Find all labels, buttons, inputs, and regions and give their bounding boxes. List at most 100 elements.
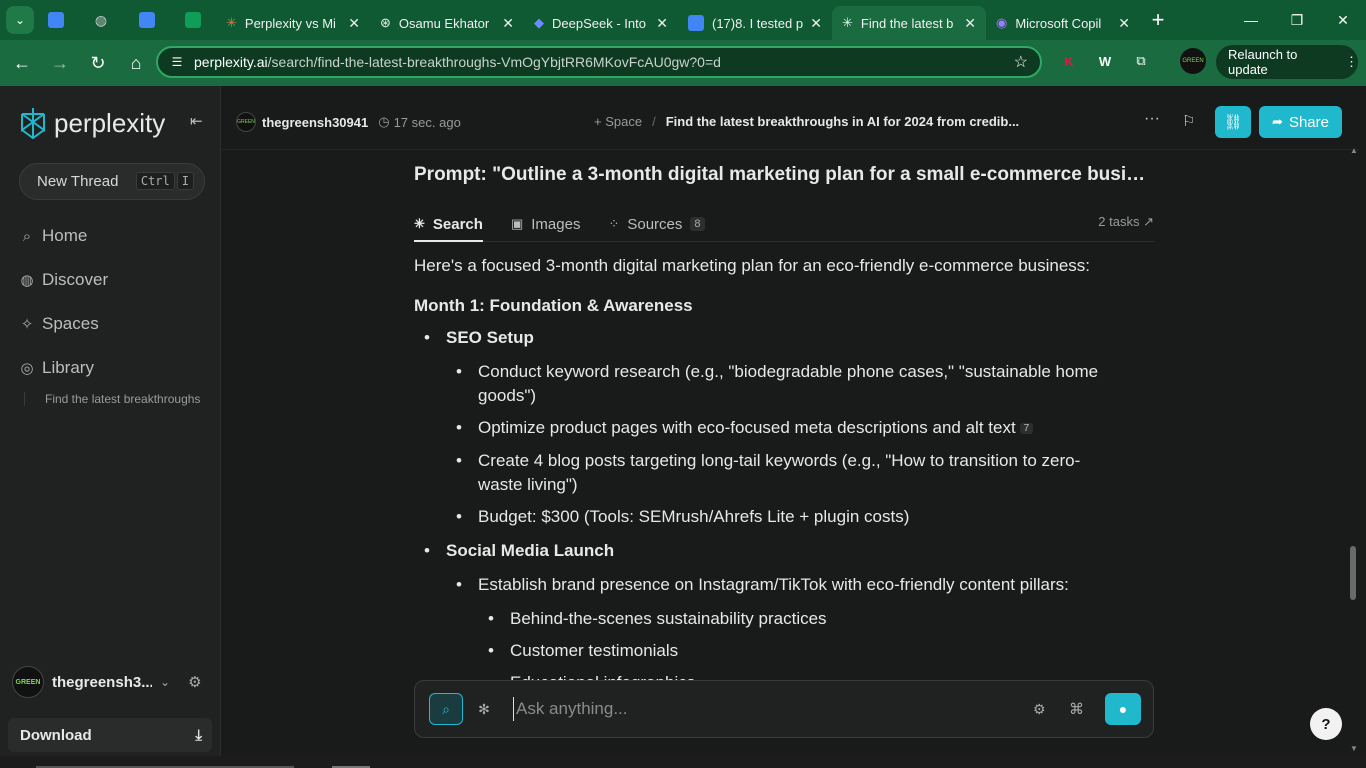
list-item-text: Budget: $300 (Tools: SEMrush/Ahrefs Lite… [478,507,910,526]
extension-k-icon[interactable]: K [1056,48,1082,74]
relaunch-label: Relaunch to update [1228,47,1298,77]
url-domain: perplexity.ai [194,54,268,70]
tab-search[interactable]: ✳ Search [414,206,483,242]
tab-pinned-2[interactable]: ◍ [78,0,124,40]
tasks-link[interactable]: 2 tasks ↗ [1098,214,1154,230]
sparkle-icon: ✻ [478,700,490,717]
help-button[interactable]: ? [1310,708,1342,740]
list-item-text: Conduct keyword research (e.g., "biodegr… [478,362,1099,405]
list-item: Optimize product pages with eco-focused … [456,416,1154,441]
reload-button[interactable]: ↻ [80,45,116,81]
tab-pinned-4[interactable] [170,0,216,40]
sidebar-item-spaces[interactable]: ✧ Spaces [18,314,99,334]
scroll-down-arrow[interactable]: ▼ [1350,744,1358,753]
tab-i-tested[interactable]: (17)8. I tested p ✕ [678,6,832,40]
tab-perplexity-vs[interactable]: ✳ Perplexity vs Mi ✕ [216,6,370,40]
close-icon[interactable]: ✕ [1118,15,1130,32]
bookmark-icon[interactable]: ⚐ [1182,112,1195,130]
sources-icon: ⁘ [608,216,620,231]
tab-osamu[interactable]: ⊛ Osamu Ekhator ✕ [370,6,524,40]
subsection-heading: SEO Setup [446,328,534,347]
tab-label: Sources [627,215,683,233]
ask-input[interactable] [513,697,1013,721]
tab-find-latest[interactable]: ✳ Find the latest b ✕ [832,6,986,40]
image-icon: ▣ [510,216,524,231]
sidebar-item-home[interactable]: ⌕ Home [18,226,88,246]
address-bar[interactable]: ☰ perplexity.ai/search/find-the-latest-b… [156,46,1042,78]
add-space-button[interactable]: + Space [594,114,642,129]
close-icon[interactable]: ✕ [502,15,514,32]
tab-pinned-3[interactable] [124,0,170,40]
citation-badge[interactable]: 7 [1019,423,1034,434]
search-mode-button[interactable]: ⌕ [429,693,463,725]
tab-title: (17)8. I tested p [712,15,804,31]
logo-text: perplexity [54,107,166,138]
restore-icon[interactable]: ❐ [1274,0,1320,40]
more-options-icon[interactable]: ··· [1144,110,1160,128]
reasoning-mode-button[interactable]: ✻ [469,693,499,725]
perplexity-icon: ✳ [414,216,425,231]
user-menu[interactable]: GREEN thegreensh3... ⌄ ⚙ [12,666,212,698]
copy-link-button[interactable]: ⛓ [1215,106,1251,138]
download-icon: ⤓ [195,726,202,744]
close-icon[interactable]: ✕ [964,15,976,32]
list-item: Create 4 blog posts targeting long-tail … [456,449,1096,497]
tab-pinned-1[interactable] [34,0,78,40]
share-button[interactable]: ➦ Share [1259,106,1342,138]
new-thread-button[interactable]: New Thread Ctrl I [19,163,205,200]
list-item: Establish brand presence on Instagram/Ti… [456,573,1154,695]
tab-search-button[interactable]: ⌄ [6,6,34,34]
home-button[interactable]: ⌂ [118,45,154,81]
collapse-sidebar-icon[interactable]: ⇤ [190,112,203,130]
tab-copilot[interactable]: ◉ Microsoft Copil ✕ [986,6,1140,40]
browser-tabstrip: ⌄ ◍ ✳ Perplexity vs Mi ✕ ⊛ Osamu Ekhator… [0,0,1366,40]
globe-icon: ◍ [94,11,108,28]
list-item-text: Create 4 blog posts targeting long-tail … [478,451,1081,494]
perplexity-icon: ✳ [842,15,853,30]
taskbar-edge [0,756,1366,768]
close-icon[interactable]: ✕ [810,15,822,32]
new-tab-button[interactable]: + [1140,7,1176,33]
close-window-icon[interactable]: ✕ [1320,0,1366,40]
sidebar-item-label: Discover [42,270,109,289]
tab-title: DeepSeek - Into [552,15,646,31]
forward-button[interactable]: → [42,45,78,81]
author-name[interactable]: thegreensh30941 [262,115,368,130]
thread-title[interactable]: Find the latest breakthroughs in AI for … [666,114,1019,129]
tab-images[interactable]: ▣ Images [511,206,581,242]
site-info-icon[interactable]: ☰ [164,55,190,69]
tab-deepseek[interactable]: ◆ DeepSeek - Into ✕ [524,6,678,40]
back-button[interactable]: ← [4,45,40,81]
close-icon[interactable]: ✕ [348,15,360,32]
close-icon[interactable]: ✕ [656,15,668,32]
spaces-icon: ✧ [20,316,34,333]
minimize-icon[interactable]: — [1228,0,1274,40]
list-item: Budget: $300 (Tools: SEMrush/Ahrefs Lite… [456,505,1154,529]
gear-icon[interactable]: ⚙ [188,673,201,691]
tab-sources[interactable]: ⁘ Sources 8 [608,206,705,242]
avatar: GREEN [12,666,44,698]
thread-time: 17 sec. ago [393,114,461,130]
sidebar-item-discover[interactable]: ◍ Discover [18,270,108,290]
chevron-down-icon[interactable]: ⌄ [160,675,170,689]
thread-header: GREEN thegreensh30941 ◷ 17 sec. ago + Sp… [222,86,1358,150]
url-text[interactable]: perplexity.ai/search/find-the-latest-bre… [194,54,721,70]
download-button[interactable]: Download ⤓ [8,718,212,752]
extensions-puzzle-icon[interactable]: ⧉ [1128,48,1154,74]
extension-w-icon[interactable]: W [1092,48,1118,74]
perplexity-logo[interactable]: perplexity [18,106,165,140]
attach-icon[interactable]: ⌘ [1069,700,1084,718]
tab-label: Images [531,215,581,233]
subsection-heading: Social Media Launch [446,541,615,560]
sidebar-item-library[interactable]: ◎ Library [18,358,94,378]
relaunch-button[interactable]: Relaunch to update ⋮ [1216,45,1358,79]
bookmark-star-icon[interactable]: ☆ [1014,52,1028,72]
scrollbar-thumb[interactable] [1350,546,1356,600]
subsection-list: Conduct keyword research (e.g., "biodegr… [456,360,1154,529]
profile-avatar[interactable]: GREEN [1180,48,1206,74]
copilot-icon: ◉ [996,15,1008,30]
voice-input-button[interactable]: ● [1105,693,1141,725]
scroll-up-arrow[interactable]: ▲ [1350,146,1358,155]
library-thread-link[interactable]: Find the latest breakthroughs [24,392,210,406]
model-chip-icon[interactable]: ⚙ [1033,701,1046,718]
